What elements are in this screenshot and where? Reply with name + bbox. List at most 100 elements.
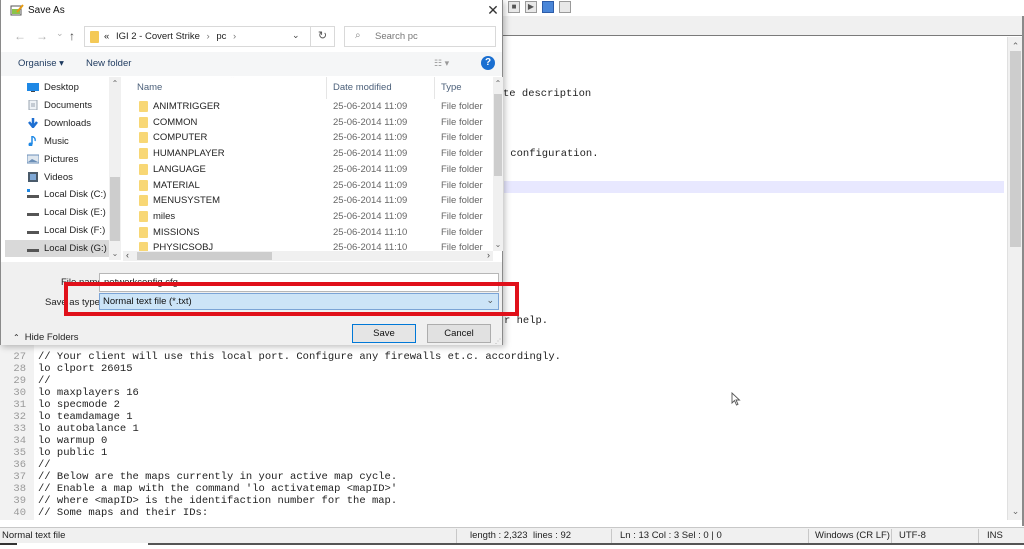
organise-button[interactable]: Organise ▾ [18, 58, 64, 69]
column-header-type[interactable]: Type [441, 82, 462, 93]
file-row[interactable]: MENUSYSTEM 25-06-2014 11:09 File folder [123, 193, 493, 209]
scroll-up-arrow-icon[interactable]: ⌃ [109, 79, 121, 88]
file-row[interactable]: MISSIONS 25-06-2014 11:10 File folder [123, 225, 493, 241]
play-macro-icon[interactable]: ▶ [525, 1, 537, 13]
scrollbar-thumb[interactable] [110, 177, 120, 241]
scroll-right-arrow-icon[interactable]: › [487, 250, 490, 260]
forward-arrow-icon[interactable]: → [36, 29, 48, 43]
search-input[interactable]: ⌕ Search pc [344, 26, 496, 47]
scroll-up-arrow-icon[interactable]: ⌃ [493, 79, 503, 88]
breadcrumb-separator-icon[interactable]: › [233, 31, 236, 42]
file-row[interactable]: HUMANPLAYER 25-06-2014 11:09 File folder [123, 146, 493, 162]
dialog-title-bar[interactable]: Save As ✕ [1, 0, 502, 22]
new-folder-button[interactable]: New folder [86, 58, 131, 69]
folder-icon [139, 116, 148, 128]
code-text: lo specmode 2 [38, 399, 120, 411]
code-text: lo maxplayers 16 [38, 387, 139, 399]
scrollbar-thumb[interactable] [1010, 51, 1021, 247]
taskbar-edge [0, 543, 1024, 549]
editor-text-fragment: configuration. [504, 148, 599, 160]
nav-pane-item[interactable]: Local Disk (F:) [5, 222, 111, 239]
nav-pane-item[interactable]: Pictures [5, 151, 111, 168]
desktop-icon [27, 83, 39, 92]
editor-vertical-scrollbar[interactable]: ⌃ ⌄ [1007, 37, 1022, 520]
refresh-button[interactable]: ↻ [311, 26, 335, 47]
line-number: 39 [13, 495, 26, 507]
file-row[interactable]: COMPUTER 25-06-2014 11:09 File folder [123, 130, 493, 146]
line-number: 35 [13, 447, 26, 459]
nav-pane-item-label: Local Disk (G:) [44, 243, 107, 255]
scroll-down-arrow-icon[interactable]: ⌄ [1008, 504, 1023, 518]
file-date: 25-06-2014 11:09 [333, 101, 408, 112]
file-date: 25-06-2014 11:09 [333, 195, 408, 207]
file-type: File folder [441, 148, 483, 160]
breadcrumb-item[interactable]: IGI 2 - Covert Strike [116, 31, 200, 42]
stop-record-icon[interactable]: ■ [508, 1, 520, 13]
nav-pane-item-label: Desktop [44, 82, 79, 93]
code-text: // Your client will use this local port.… [38, 351, 561, 363]
column-header-name[interactable]: Name [137, 82, 162, 93]
nav-pane-scrollbar[interactable]: ⌃ ⌄ [109, 77, 121, 260]
file-type: File folder [441, 195, 483, 207]
breadcrumb-overflow[interactable]: « [104, 31, 109, 42]
status-position: Ln : 13 Col : 3 Sel : 0 | 0 [620, 530, 722, 541]
nav-pane-item[interactable]: Local Disk (G:) [5, 240, 111, 258]
file-date: 25-06-2014 11:09 [333, 132, 408, 144]
nav-pane-item[interactable]: Local Disk (E:) [5, 204, 111, 221]
folder-icon [139, 101, 148, 112]
run-macro-icon[interactable] [542, 1, 554, 13]
chevron-down-icon[interactable]: ⌄ [292, 30, 300, 41]
code-text: lo autobalance 1 [38, 423, 139, 435]
scrollbar-thumb[interactable] [494, 94, 502, 176]
column-header-date[interactable]: Date modified [333, 82, 392, 93]
file-row[interactable]: ANIMTRIGGER 25-06-2014 11:09 File folder [123, 99, 493, 115]
scroll-down-arrow-icon[interactable]: ⌄ [109, 249, 121, 258]
file-list-horizontal-scrollbar[interactable]: ‹ › [123, 250, 493, 261]
nav-pane-item-label: Documents [44, 99, 93, 111]
file-row[interactable]: MATERIAL 25-06-2014 11:09 File folder [123, 178, 493, 194]
file-name: MENUSYSTEM [153, 195, 221, 207]
line-number: 29 [13, 375, 26, 387]
scrollbar-thumb[interactable] [137, 252, 272, 260]
breadcrumb-item[interactable]: pc [216, 31, 226, 42]
status-encoding: UTF-8 [899, 530, 926, 541]
command-bar: Organise ▾ New folder ☷ ▾ ? [1, 52, 502, 76]
line-number: 40 [13, 507, 26, 519]
mouse-cursor-icon [731, 392, 741, 406]
file-row[interactable]: miles 25-06-2014 11:09 File folder [123, 209, 493, 225]
scroll-left-arrow-icon[interactable]: ‹ [126, 250, 129, 260]
save-macro-icon[interactable] [559, 1, 571, 13]
line-number: 27 [13, 351, 26, 363]
nav-pane-item[interactable]: Videos [5, 169, 111, 186]
nav-pane-item-label: Downloads [44, 117, 91, 129]
hide-folders-button[interactable]: ⌃ Hide Folders [13, 332, 79, 343]
address-bar[interactable]: « IGI 2 - Covert Strike › pc › ⌄ [84, 26, 311, 47]
nav-pane-item[interactable]: Downloads [5, 115, 111, 132]
file-list-scrollbar[interactable]: ⌃ ⌄ [493, 77, 503, 251]
recent-locations-icon[interactable]: ⌄ [56, 28, 64, 39]
navigation-bar: ← → ⌄ ↑ « IGI 2 - Covert Strike › pc › ⌄… [1, 24, 502, 50]
line-number: 38 [13, 483, 26, 495]
status-bar: Normal text file length : 2,323 lines : … [0, 527, 1024, 543]
save-button[interactable]: Save [352, 324, 416, 343]
cancel-button[interactable]: Cancel [427, 324, 491, 343]
change-view-icon[interactable]: ☷ ▾ [434, 58, 449, 69]
file-row[interactable]: PHYSICSOBJ 25-06-2014 11:10 File folder [123, 240, 493, 251]
file-type: File folder [441, 226, 483, 238]
nav-pane-item[interactable]: Music [5, 133, 111, 150]
nav-pane-item[interactable]: Desktop [5, 79, 111, 96]
nav-pane-item[interactable]: Local Disk (C:) [5, 186, 111, 203]
file-row[interactable]: COMMON 25-06-2014 11:09 File folder [123, 115, 493, 131]
code-text: lo public 1 [38, 447, 108, 459]
back-arrow-icon[interactable]: ← [14, 29, 26, 43]
resize-grip-icon[interactable]: ⋰ [495, 338, 501, 345]
nav-pane-item[interactable]: Documents [5, 97, 111, 114]
close-icon[interactable]: ✕ [485, 2, 501, 19]
breadcrumb-separator-icon[interactable]: › [207, 31, 210, 42]
up-folder-icon[interactable]: ↑ [69, 29, 75, 43]
nav-pane-item-label: Videos [44, 171, 73, 183]
scroll-down-arrow-icon[interactable]: ⌄ [493, 240, 503, 249]
help-icon[interactable]: ? [481, 56, 495, 70]
file-date: 25-06-2014 11:09 [333, 163, 408, 175]
file-row[interactable]: LANGUAGE 25-06-2014 11:09 File folder [123, 162, 493, 178]
